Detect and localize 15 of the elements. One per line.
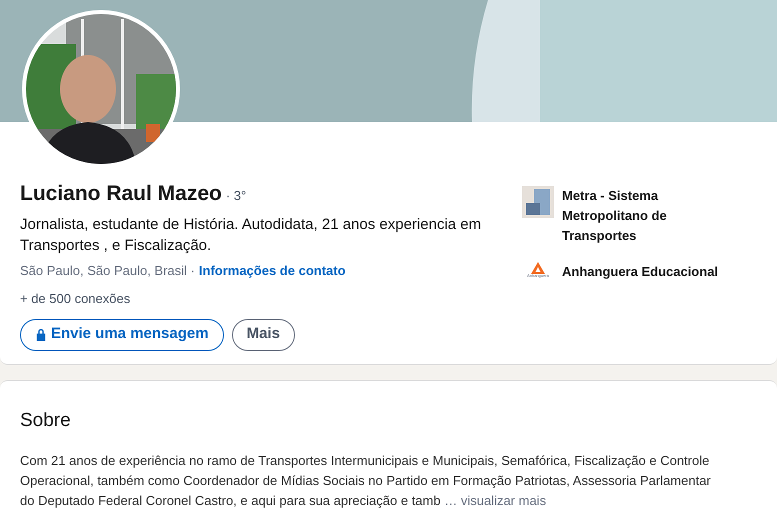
company-logo bbox=[522, 186, 554, 218]
about-text: Com 21 anos de experiência no ramo de Transportes Intermunicipais e Municipais, Semafórica, Fiscalização e Controle Operacional, também como Coordenador de Mídias Sociais no Partido em Formação Patriotas, Assessoria Parlamentar do Deputado Federal Coronel Castro, e aqui para sua apreciação e tamb … visualizar mais bbox=[20, 452, 712, 510]
more-button[interactable]: Mais bbox=[232, 318, 295, 350]
organization-name[interactable]: Anhanguera Educacional bbox=[562, 262, 732, 282]
lock-icon bbox=[35, 328, 47, 341]
location: São Paulo, São Paulo, Brasil · bbox=[20, 262, 195, 280]
message-button[interactable]: Envie uma mensagem bbox=[20, 318, 224, 350]
section-title: Sobre bbox=[20, 409, 72, 433]
contact-info-link[interactable]: Informações de contato bbox=[198, 260, 346, 280]
organization-name[interactable]: Metra - Sistema Metropolitano de Transportes bbox=[562, 186, 732, 246]
connections-count: + de 500 conexões bbox=[20, 290, 132, 308]
headline: Jornalista, estudante de História. Autodidata, 21 anos experiencia em Transportes , e Fiscalização. bbox=[20, 214, 482, 256]
profile-name: Luciano Raul Mazeo bbox=[20, 181, 222, 207]
see-more-link[interactable]: … visualizar mais bbox=[444, 492, 546, 508]
connection-degree: · 3° bbox=[226, 187, 246, 205]
